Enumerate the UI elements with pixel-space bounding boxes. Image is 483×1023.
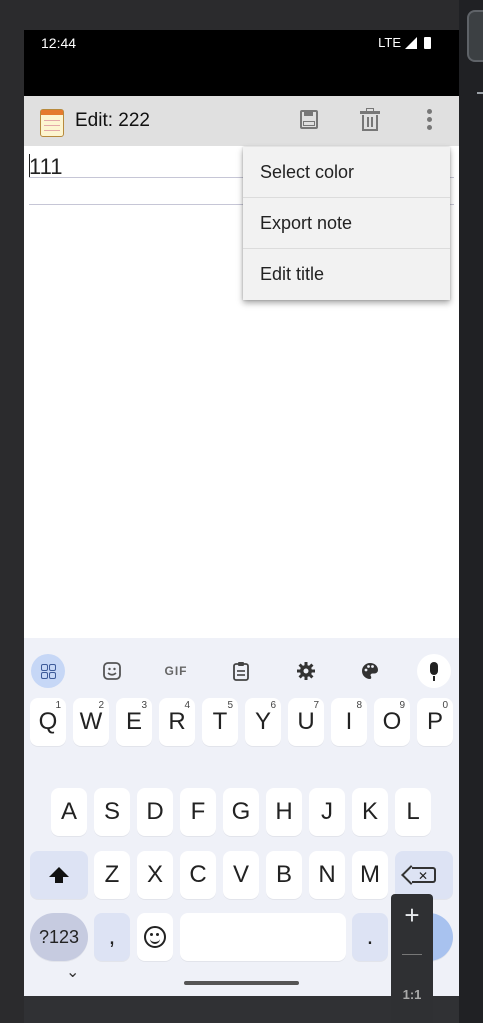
comma-key[interactable]: , [94, 913, 130, 961]
menu-item-edit-title[interactable]: Edit title [243, 249, 450, 300]
key-a[interactable]: A [51, 788, 87, 836]
key-k[interactable]: K [352, 788, 388, 836]
apps-grid-icon[interactable] [31, 654, 65, 688]
menu-item-export-note[interactable]: Export note [243, 198, 450, 249]
key-r[interactable]: R4 [159, 698, 195, 746]
zoom-in-icon[interactable]: + [391, 900, 433, 931]
device-screen: 12:44 LTE Edit: 222 111 Select color Exp… [24, 30, 459, 996]
key-y[interactable]: Y6 [245, 698, 281, 746]
text-cursor [29, 154, 30, 178]
key-n[interactable]: N [309, 851, 345, 899]
status-bar: 12:44 LTE [24, 30, 459, 96]
status-indicators: LTE [378, 35, 431, 50]
app-bar: Edit: 222 [24, 96, 459, 146]
clipboard-icon[interactable] [224, 654, 258, 688]
key-s[interactable]: S [94, 788, 130, 836]
save-icon[interactable] [298, 108, 322, 132]
key-z[interactable]: Z [94, 851, 130, 899]
key-d[interactable]: D [137, 788, 173, 836]
delete-icon[interactable] [358, 108, 382, 132]
key-u[interactable]: U7 [288, 698, 324, 746]
shift-key[interactable] [30, 851, 88, 899]
panel-marker [477, 92, 483, 94]
overflow-menu: Select color Export note Edit title [243, 147, 450, 300]
network-label: LTE [378, 35, 401, 50]
space-bar[interactable] [180, 913, 346, 961]
key-x[interactable]: X [137, 851, 173, 899]
emoji-icon [144, 926, 166, 948]
more-options-icon[interactable] [417, 108, 441, 132]
symbols-key[interactable]: ?123 [30, 913, 88, 961]
side-panel [459, 0, 483, 1023]
panel-tab[interactable] [467, 10, 483, 62]
sticker-icon[interactable] [95, 654, 129, 688]
page-title: Edit: 222 [75, 110, 150, 131]
emoji-key[interactable] [137, 913, 173, 961]
key-l[interactable]: L [395, 788, 431, 836]
signal-icon [405, 36, 417, 49]
key-q[interactable]: Q1 [30, 698, 66, 746]
zoom-ratio-button[interactable]: 1:1 [391, 987, 433, 1002]
key-c[interactable]: C [180, 851, 216, 899]
key-w[interactable]: W2 [73, 698, 109, 746]
hide-keyboard-chevron-icon[interactable]: ⌄ [66, 962, 79, 982]
notepad-app-icon [40, 109, 64, 137]
key-b[interactable]: B [266, 851, 302, 899]
settings-gear-icon[interactable] [289, 654, 323, 688]
key-i[interactable]: I8 [331, 698, 367, 746]
key-o[interactable]: O9 [374, 698, 410, 746]
period-key[interactable]: . [352, 913, 388, 961]
key-h[interactable]: H [266, 788, 302, 836]
shift-arrow-icon [49, 867, 69, 883]
key-g[interactable]: G [223, 788, 259, 836]
key-t[interactable]: T5 [202, 698, 238, 746]
key-f[interactable]: F [180, 788, 216, 836]
status-time: 12:44 [41, 35, 77, 51]
key-m[interactable]: M [352, 851, 388, 899]
gif-button[interactable]: GIF [159, 654, 193, 688]
menu-item-select-color[interactable]: Select color [243, 147, 450, 198]
zoom-control: + 1:1 [391, 894, 433, 1023]
key-v[interactable]: V [223, 851, 259, 899]
microphone-icon[interactable] [417, 654, 451, 688]
key-e[interactable]: E3 [116, 698, 152, 746]
home-indicator[interactable] [184, 981, 299, 985]
palette-icon[interactable] [353, 654, 387, 688]
zoom-out-icon[interactable] [402, 954, 422, 955]
backspace-key[interactable]: ✕ [395, 851, 453, 899]
key-j[interactable]: J [309, 788, 345, 836]
key-p[interactable]: P0 [417, 698, 453, 746]
backspace-icon: ✕ [412, 867, 436, 883]
battery-icon [424, 36, 431, 49]
